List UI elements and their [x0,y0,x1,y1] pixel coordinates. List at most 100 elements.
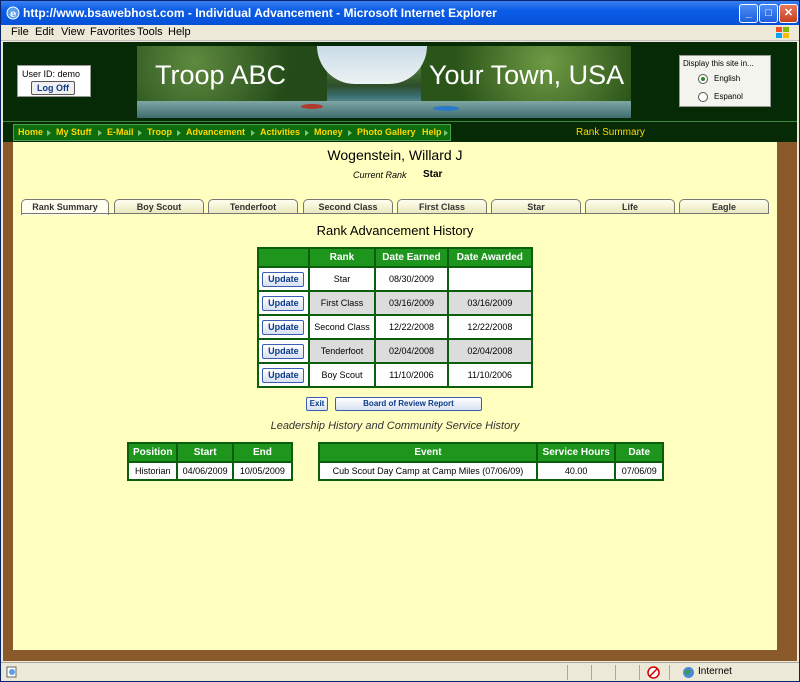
maximize-button[interactable]: □ [759,4,778,23]
tab-second-class[interactable]: Second Class [303,199,393,214]
user-box: User ID: demo Log Off [17,65,91,97]
awarded-cell [446,266,534,292]
scout-name: Wogenstein, Willard J [327,147,463,163]
banner-town-name: Your Town, USA [429,60,625,90]
rank-history-title: Rank Advancement History [316,223,474,238]
menu-file[interactable]: File [11,26,29,38]
earned-cell: 02/04/2008 [374,338,449,364]
end-cell: 10/05/2009 [231,461,294,481]
nav-my-stuff[interactable]: My Stuff [56,127,92,137]
table-row: Cub Scout Day Camp at Camp Miles (07/06/… [318,461,664,481]
menu-edit[interactable]: Edit [35,26,54,38]
espanol-radio[interactable] [698,92,708,102]
exit-button[interactable]: Exit [306,397,328,411]
awarded-cell: 03/16/2009 [446,290,534,316]
tab-life[interactable]: Life [585,199,675,214]
banner-sky [317,46,427,84]
table-row: Update Boy Scout 11/10/2006 11/10/2006 [257,362,534,388]
popup-blocked-icon[interactable] [647,666,660,679]
nav-arrow-icon [444,130,448,136]
logoff-button[interactable]: Log Off [31,81,75,95]
status-separator [639,665,640,680]
nav-advancement[interactable]: Advancement [186,127,245,137]
update-button[interactable]: Update [262,295,305,311]
menu-favorites[interactable]: Favorites [90,26,135,38]
current-rank-label: Current Rank [353,170,407,180]
hours-cell: 40.00 [535,461,617,481]
event-cell: Cub Scout Day Camp at Camp Miles (07/06/… [318,461,538,481]
menu-view[interactable]: View [61,26,85,38]
position-cell: Historian [126,461,179,481]
nav-home[interactable]: Home [18,127,43,137]
table-row: Update First Class 03/16/2009 03/16/2009 [257,290,534,316]
earned-cell: 11/10/2006 [374,362,449,388]
canoe-red [301,104,323,109]
rank-cell: Boy Scout [307,362,377,388]
update-cell: Update [257,362,310,388]
tab-first-class[interactable]: First Class [397,199,487,214]
table-row: Historian 04/06/2009 10/05/2009 [126,461,294,481]
tab-boy-scout[interactable]: Boy Scout [114,199,204,214]
awarded-cell: 12/22/2008 [446,314,534,340]
main-content: Wogenstein, Willard J Current Rank Star … [13,142,777,650]
nav-email[interactable]: E-Mail [107,127,134,137]
service-table: Event Service Hours Date Cub Scout Day C… [318,442,664,481]
column-header: Date [614,442,664,463]
update-button[interactable]: Update [262,319,305,335]
title-bar: e http://www.bsawebhost.com - Individual… [1,1,799,25]
nav-troop[interactable]: Troop [147,127,172,137]
status-separator [669,665,670,680]
menu-help[interactable]: Help [168,26,191,38]
nav-arrow-icon [98,130,102,136]
current-rank-value: Star [423,169,443,180]
page-done-icon [6,666,17,678]
table-row: Update Star 08/30/2009 [257,266,534,292]
rank-cell: Tenderfoot [307,338,377,364]
leadership-table: Position Start End Historian 04/06/2009 … [126,442,294,481]
status-separator [615,665,616,680]
leadership-service-title: Leadership History and Community Service… [270,420,520,432]
earned-cell: 03/16/2009 [374,290,449,316]
english-radio[interactable] [698,74,708,84]
update-cell: Update [257,338,310,364]
update-cell: Update [257,314,310,340]
column-header: Position [126,442,179,463]
awarded-cell: 02/04/2008 [446,338,534,364]
update-button[interactable]: Update [262,343,305,359]
close-button[interactable]: ✕ [779,4,798,23]
tab-tenderfoot[interactable]: Tenderfoot [208,199,298,214]
nav-help[interactable]: Help [422,127,442,137]
minimize-button[interactable]: _ [739,4,758,23]
tab-eagle[interactable]: Eagle [679,199,769,214]
page-title: Rank Summary [576,127,645,138]
earned-cell: 12/22/2008 [374,314,449,340]
column-header: Start [176,442,234,463]
nav-arrow-icon [305,130,309,136]
nav-photo-gallery[interactable]: Photo Gallery [357,127,416,137]
update-button[interactable]: Update [262,271,305,287]
browser-window: e http://www.bsawebhost.com - Individual… [0,0,800,682]
column-header: Event [318,442,538,463]
column-header [257,247,310,268]
language-label: Display this site in... [683,59,754,68]
page-viewport: User ID: demo Log Off Troop ABC Your Tow… [3,42,797,661]
board-of-review-report-button[interactable]: Board of Review Report [335,397,482,411]
svg-text:e: e [10,9,16,20]
tab-star[interactable]: Star [491,199,581,214]
update-button[interactable]: Update [262,367,305,383]
internet-zone-icon [683,667,694,678]
table-header-row: Event Service Hours Date [318,442,664,463]
status-separator [591,665,592,680]
site-banner: Troop ABC Your Town, USA [137,46,631,118]
menu-tools[interactable]: Tools [137,26,163,38]
nav-activities[interactable]: Activities [260,127,300,137]
column-header: Date Earned [374,247,449,268]
awarded-cell: 11/10/2006 [446,362,534,388]
column-header: Rank [307,247,377,268]
menu-bar: File Edit View Favorites Tools Help [1,25,799,41]
earned-cell: 08/30/2009 [374,266,449,292]
canoe-blue [433,106,459,111]
nav-arrow-icon [47,130,51,136]
rank-history-table: Rank Date Earned Date Awarded Update Sta… [257,247,534,388]
nav-money[interactable]: Money [314,127,343,137]
